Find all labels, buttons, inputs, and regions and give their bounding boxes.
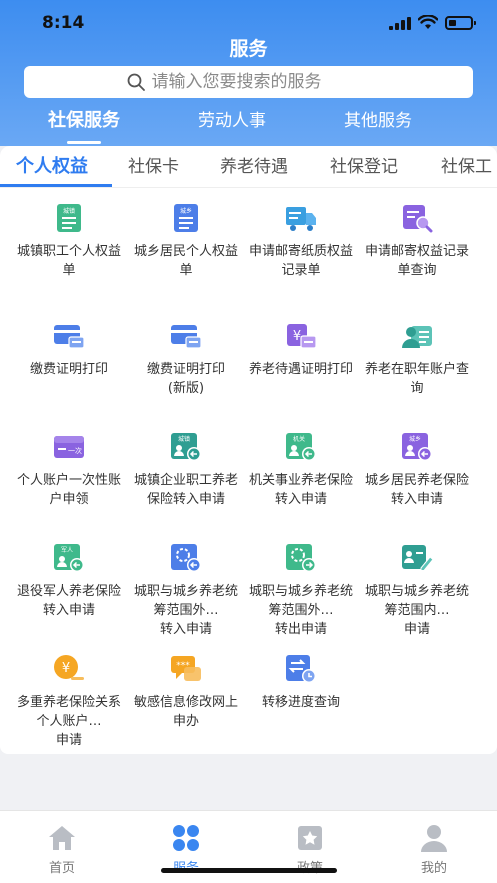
subtab-social-card[interactable]: 社保卡 [128, 152, 179, 177]
subtab-more[interactable]: 社保工 [441, 152, 492, 177]
service-label: 转移进度查询 [261, 695, 340, 710]
icon-badge: 城乡 [409, 436, 421, 443]
nav-home[interactable]: 首页 [22, 823, 102, 876]
header: 8:14 服务 社保服务 劳动人事 其他服务 [0, 0, 497, 146]
service-item[interactable]: 申请邮寄权益记录单查询 [358, 202, 476, 280]
top-tabs: 社保服务 劳动人事 其他服务 [0, 106, 497, 142]
service-label: 城职与城乡养老统筹范围外… 转入申请 [133, 584, 238, 637]
service-label: 城乡居民养老保险转入申请 [364, 473, 469, 507]
transfer-out-icon [286, 544, 316, 572]
search-icon [127, 73, 145, 91]
icon-badge: 机关 [293, 435, 305, 443]
transfer-in-icon: 城乡 [402, 433, 432, 461]
nav-services-label: 服务 [146, 857, 226, 876]
service-item[interactable]: 缴费证明打印 (新版) [127, 320, 245, 398]
document-icon: 城镇 [57, 204, 81, 232]
icon-badge: ¥ [293, 329, 301, 344]
document-icon: 城乡 [174, 204, 198, 232]
subtab-personal-rights[interactable]: 个人权益 [16, 152, 88, 178]
service-label: 个人账户一次性账户申领 [16, 473, 121, 507]
service-label: 机关事业养老保险转入申请 [248, 473, 353, 507]
tab-other-services[interactable]: 其他服务 [344, 106, 412, 138]
service-label: 敏感信息修改网上申办 [133, 695, 238, 729]
service-label: 城镇企业职工养老保险转入申请 [133, 473, 238, 507]
user-icon [421, 825, 447, 852]
service-label: 城镇职工个人权益单 [16, 244, 121, 278]
service-item[interactable]: 城乡 城乡居民养老保险转入申请 [358, 431, 476, 509]
transfer-in-icon [171, 544, 201, 572]
service-label: 申请邮寄纸质权益记录单 [248, 244, 353, 278]
battery-icon [445, 16, 476, 30]
icon-badge: ¥ [62, 661, 70, 676]
nav-home-label: 首页 [48, 861, 75, 876]
status-time: 8:14 [42, 13, 85, 33]
service-item[interactable]: 转移进度查询 [242, 653, 360, 712]
chat-bubble-icon: *** [171, 656, 201, 681]
account-icon: 一次 [54, 436, 84, 458]
service-label: 多重养老保险关系个人账户… 申请 [16, 695, 121, 748]
nav-policy-label: 政策 [270, 857, 350, 876]
service-item[interactable]: 养老在职年账户查询 [358, 320, 476, 398]
service-label: 退役军人养老保险转入申请 [16, 584, 121, 618]
service-item[interactable]: 申请邮寄纸质权益记录单 [242, 202, 360, 280]
service-card: 个人权益 社保卡 养老待遇 社保登记 社保工 城镇 城镇职工个人权益单 城乡 城… [0, 146, 497, 754]
progress-query-icon [286, 655, 316, 683]
card-print-icon [171, 325, 202, 349]
nav-mine[interactable]: 我的 [394, 823, 474, 876]
subtab-registration[interactable]: 社保登记 [330, 152, 398, 177]
grid-icon [173, 825, 199, 851]
wifi-icon [418, 15, 438, 29]
tab-social-security[interactable]: 社保服务 [48, 106, 120, 138]
icon-badge: 军人 [61, 547, 73, 554]
transfer-in-icon: 机关 [286, 433, 316, 461]
service-label: 养老在职年账户查询 [364, 362, 469, 396]
service-item[interactable]: ¥ 养老待遇证明打印 [242, 320, 360, 379]
transfer-in-icon: 城镇 [171, 433, 201, 461]
service-label: 缴费证明打印 [29, 362, 108, 377]
tab-labor-personnel[interactable]: 劳动人事 [198, 106, 266, 138]
yuan-print-icon: ¥ [287, 324, 317, 349]
service-item[interactable]: 城镇 城镇企业职工养老保险转入申请 [127, 431, 245, 509]
service-item[interactable]: *** 敏感信息修改网上申办 [127, 653, 245, 731]
service-label: 养老待遇证明打印 [248, 362, 353, 377]
service-item[interactable]: 城镇 城镇职工个人权益单 [10, 202, 128, 280]
subtab-pension[interactable]: 养老待遇 [220, 152, 288, 177]
service-item[interactable]: 城职与城乡养老统筹范围内… 申请 [358, 542, 476, 639]
subtab-underline [0, 184, 112, 187]
search-bar[interactable] [24, 66, 473, 98]
mail-search-icon [403, 205, 433, 233]
transfer-in-icon: 军人 [54, 544, 84, 572]
home-icon [49, 826, 75, 850]
person-card-icon [402, 326, 432, 348]
mail-truck-icon [286, 207, 316, 231]
service-item[interactable]: 缴费证明打印 [10, 320, 128, 379]
icon-badge: 一次 [68, 446, 82, 455]
service-item[interactable]: 城职与城乡养老统筹范围外… 转入申请 [127, 542, 245, 639]
home-indicator [161, 868, 337, 873]
service-item[interactable]: 一次 个人账户一次性账户申领 [10, 431, 128, 509]
service-item[interactable]: 城乡 城乡居民个人权益单 [127, 202, 245, 280]
service-label: 缴费证明打印 (新版) [146, 362, 225, 396]
nav-mine-label: 我的 [420, 861, 447, 876]
search-input[interactable] [151, 72, 372, 92]
service-item[interactable]: 机关 机关事业养老保险转入申请 [242, 431, 360, 509]
signal-icon [389, 17, 411, 30]
service-label: 申请邮寄权益记录单查询 [364, 244, 469, 278]
page-title: 服务 [229, 38, 268, 60]
service-label: 城乡居民个人权益单 [133, 244, 238, 278]
icon-badge: 城镇 [178, 435, 190, 443]
icon-badge: 城镇 [63, 207, 75, 215]
service-label: 城职与城乡养老统筹范围内… 申请 [364, 584, 469, 637]
sub-tabs: 个人权益 社保卡 养老待遇 社保登记 社保工 [0, 146, 497, 188]
service-item[interactable]: 军人 退役军人养老保险转入申请 [10, 542, 128, 620]
service-item[interactable]: 城职与城乡养老统筹范围外… 转出申请 [242, 542, 360, 639]
edit-card-icon [402, 545, 433, 571]
yuan-coin-icon: ¥ [54, 655, 84, 680]
service-item[interactable]: ¥ 多重养老保险关系个人账户… 申请 [10, 653, 128, 750]
policy-icon [298, 826, 322, 850]
service-label: 城职与城乡养老统筹范围外… 转出申请 [248, 584, 353, 637]
icon-badge: 城乡 [180, 208, 192, 215]
card-print-icon [54, 325, 85, 349]
